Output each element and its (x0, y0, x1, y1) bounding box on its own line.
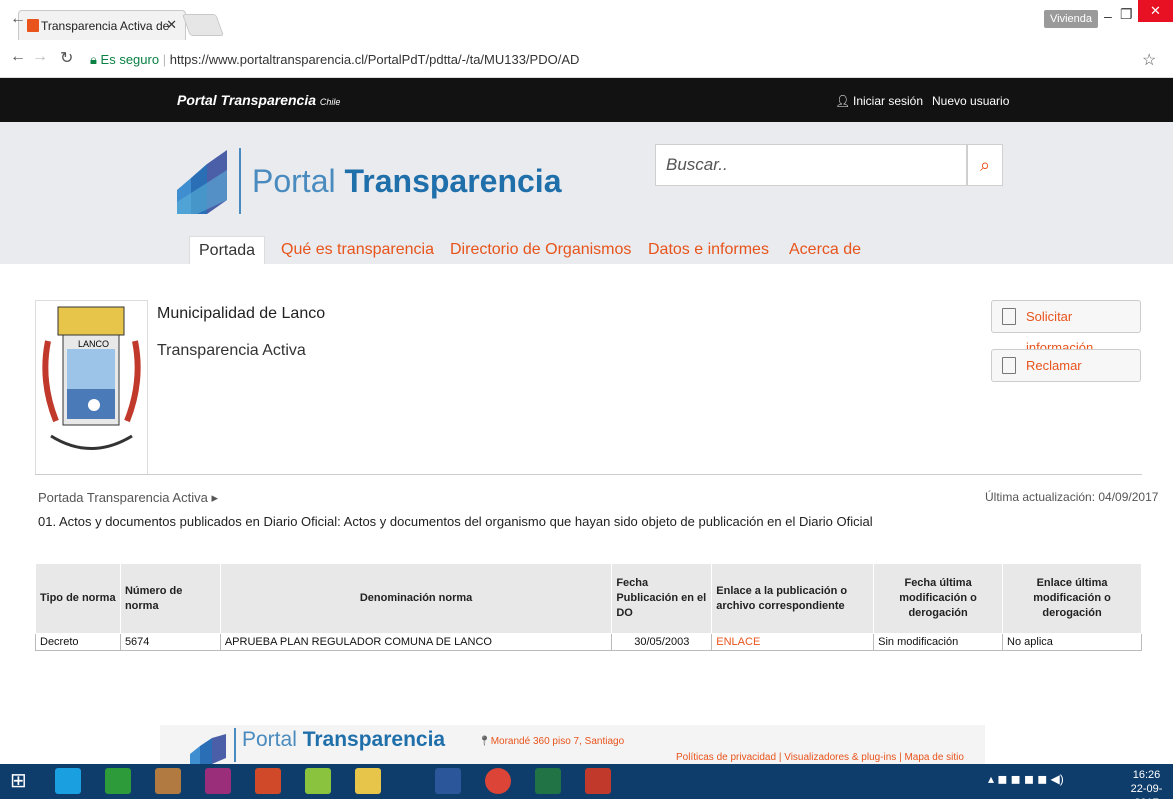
footer-logo-bold: Transparencia (302, 728, 446, 751)
back-arrow-icon[interactable]: ← (10, 48, 26, 66)
profile-badge[interactable]: Vivienda (1044, 10, 1098, 28)
nav-tab-que-es[interactable]: Qué es transparencia (281, 236, 434, 264)
secure-label: Es seguro (100, 52, 160, 67)
back-icon[interactable]: ← (10, 10, 26, 28)
col-header: Número de norma (119, 563, 221, 634)
nav-tab-datos[interactable]: Datos e informes (648, 236, 769, 264)
search-icon[interactable]: ⌕ (967, 144, 1003, 186)
restore-icon[interactable]: ❐ (1120, 6, 1133, 23)
clock-date: 22-09-2017 (1130, 783, 1163, 809)
logo-light-text: Portal (252, 163, 345, 199)
document-link[interactable]: ENLACE (711, 633, 875, 651)
breadcrumb[interactable]: Portada Transparencia Activa ▸ (38, 490, 218, 506)
presentation-icon[interactable] (255, 768, 281, 794)
footer-logo[interactable]: Portal Transparencia (242, 728, 445, 752)
nav-tab-acerca[interactable]: Acerca de (789, 236, 861, 264)
site-brand-country: Chile (319, 97, 341, 107)
section-title: 01. Actos y documentos publicados en Dia… (38, 514, 873, 529)
col-header: Fecha Publicación en el DO (611, 563, 713, 634)
breadcrumb-arrow-icon: ▸ (211, 490, 218, 505)
tools-icon[interactable] (155, 768, 181, 794)
minimize-icon[interactable]: – (1104, 8, 1112, 24)
forward-icon[interactable]: → (32, 48, 48, 66)
municipal-shield-image: LANCO (35, 300, 148, 475)
map-pin-icon: 📍︎ (478, 736, 491, 747)
table-cell: Sin modificación (873, 633, 1004, 651)
table-cell: Decreto (35, 633, 121, 651)
col-header: Fecha última modificación o derogación (873, 563, 1004, 634)
ie-icon[interactable] (55, 768, 81, 794)
last-updated: Última actualización: 04/09/2017 (985, 490, 1159, 504)
claim-label: Reclamar (1026, 358, 1082, 373)
url-field[interactable]: 🔒︎ Es seguro | https://www.portaltranspa… (90, 48, 1130, 72)
access-icon[interactable] (205, 768, 231, 794)
divider (35, 474, 1142, 475)
register-link[interactable]: Nuevo usuario (932, 94, 1009, 108)
table-cell: APRUEBA PLAN REGULADOR COMUNA DE LANCO (219, 633, 613, 651)
bookmark-star-icon[interactable]: ☆ (1142, 50, 1156, 70)
table-row: Decreto 5674 APRUEBA PLAN REGULADOR COMU… (35, 633, 1142, 651)
footer-logo-icon (190, 734, 226, 764)
table-cell: No aplica (1002, 633, 1142, 651)
table-cell: 5674 (119, 633, 221, 651)
table-cell: 30/05/2003 (611, 633, 713, 651)
document-claim-icon (1002, 357, 1016, 374)
chrome-icon[interactable] (485, 768, 511, 794)
excel-icon[interactable] (535, 768, 561, 794)
close-window-icon[interactable]: ✕ (1138, 0, 1173, 22)
request-info-button[interactable]: Solicitar información (991, 300, 1141, 355)
lock-icon: 🔒︎ (90, 52, 97, 67)
claim-button[interactable]: Reclamar (991, 349, 1141, 382)
logo-divider (239, 148, 241, 214)
org-name: Municipalidad de Lanco (157, 305, 326, 322)
start-icon[interactable]: ⊞ (10, 768, 36, 794)
table-header-row: Tipo de norma Número de norma Denominaci… (35, 563, 1142, 634)
norms-table: Tipo de norma Número de norma Denominaci… (35, 563, 1142, 651)
col-header: Enlace última modificación o derogación (1002, 563, 1142, 634)
footer-logo-light: Portal (242, 728, 303, 751)
pdf-favicon-icon (27, 19, 39, 32)
store-icon[interactable] (105, 768, 131, 794)
clock-time: 16:26 (1132, 769, 1161, 781)
footer-links[interactable]: Políticas de privacidad | Visualizadores… (676, 752, 964, 763)
search-input[interactable]: Buscar.. (655, 144, 967, 186)
tray-icons[interactable]: ▴ ◼ ◼ ◼ ◼ ◀) (988, 772, 1064, 786)
shield-text: LANCO (78, 339, 110, 349)
footer-logo-divider (234, 728, 236, 762)
nav-tab-directorio[interactable]: Directorio de Organismos (450, 236, 631, 264)
folder-icon[interactable] (355, 768, 381, 794)
url-text: https://www.portaltransparencia.cl/Porta… (169, 52, 580, 67)
reload-icon[interactable]: ↻ (60, 48, 73, 68)
user-icon: 👤︎ (835, 94, 851, 108)
footer-address: 📍︎Morandé 360 piso 7, Santiago (478, 736, 624, 747)
tab-close-icon[interactable]: ✕ (166, 17, 177, 33)
nav-tab-portada[interactable]: Portada (189, 236, 266, 264)
portal-logo-icon (177, 150, 227, 214)
login-link[interactable]: Iniciar sesión (853, 94, 923, 108)
site-brand-name: Portal Transparencia (177, 92, 317, 108)
footer-address-text: Morandé 360 piso 7, Santiago (490, 736, 625, 747)
browser-tab[interactable]: Transparencia Activa de ✕ (18, 10, 186, 40)
col-header: Enlace a la publicación o archivo corres… (711, 563, 875, 634)
word-icon[interactable] (435, 768, 461, 794)
logo-bold-text: Transparencia (344, 163, 562, 199)
org-subtitle: Transparencia Activa (157, 342, 306, 359)
document-info-icon (1002, 308, 1016, 325)
site-brand[interactable]: Portal Transparencia Chile (177, 92, 340, 108)
portal-logo-text[interactable]: Portal Transparencia (252, 163, 561, 200)
acrobat-icon[interactable] (585, 768, 611, 794)
breadcrumb-link[interactable]: Portada Transparencia Activa (38, 490, 208, 505)
clock[interactable]: 16:26 22-09-2017 (1120, 768, 1173, 810)
col-header: Tipo de norma (35, 563, 121, 634)
tab-title: Transparencia Activa de (41, 18, 170, 33)
col-header: Denominación norma (219, 563, 613, 634)
app-icon[interactable] (305, 768, 331, 794)
